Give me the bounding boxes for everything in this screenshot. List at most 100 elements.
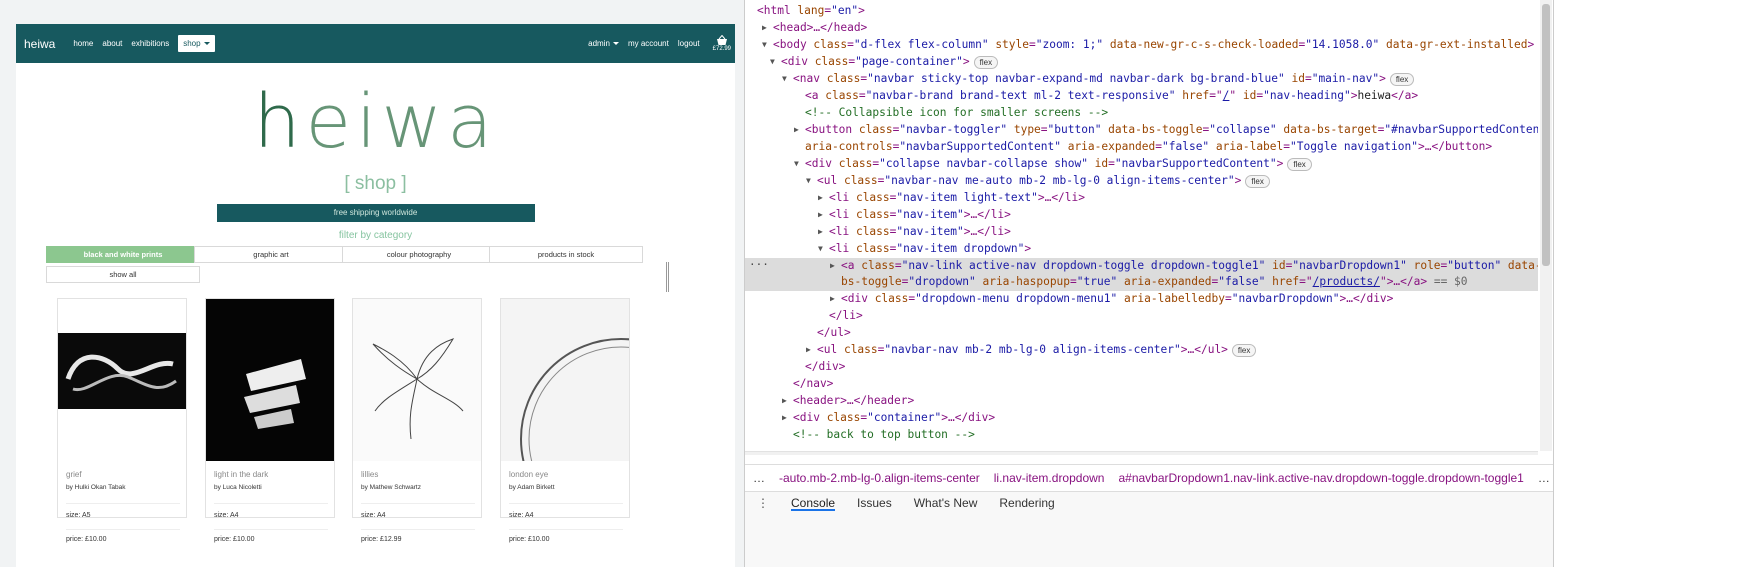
expand-triangle-icon[interactable]: ▶: [818, 206, 823, 223]
expand-triangle-icon[interactable]: ▶: [830, 290, 835, 307]
product-card[interactable]: grief by Hulki Okan Tabak size: A5 price…: [57, 298, 187, 543]
basket-button[interactable]: £72.99: [713, 35, 731, 52]
tree-horizontal-scrollbar[interactable]: [745, 451, 1538, 455]
product-card[interactable]: lillies by Mathew Schwartz size: A4 pric…: [352, 298, 482, 543]
dom-node[interactable]: ▶ <li class="nav-item light-text">…</li>: [818, 189, 1085, 206]
nav-about-link[interactable]: about: [102, 39, 122, 48]
nav-admin-dropdown[interactable]: admin: [588, 39, 619, 48]
breadcrumb-a[interactable]: a#navbarDropdown1.nav-link.active-nav.dr…: [1118, 471, 1523, 485]
expand-triangle-icon[interactable]: ▶: [782, 409, 787, 426]
collapse-triangle-icon[interactable]: ▼: [762, 36, 767, 53]
product-price: price: £10.00: [509, 529, 623, 543]
scrollbar-thumb[interactable]: [1542, 4, 1550, 266]
dom-node[interactable]: ▶ <li class="nav-item">…</li>: [818, 206, 1011, 223]
basket-total: £72.99: [712, 46, 731, 52]
dom-node[interactable]: ▶ <li class="nav-item">…</li>: [818, 223, 1011, 240]
nav-brand[interactable]: heiwa: [24, 37, 55, 51]
dom-node-selected[interactable]: ▶ <a class="nav-link active-nav dropdown-…: [830, 257, 1538, 274]
expand-triangle-icon[interactable]: ▶: [806, 341, 811, 358]
dom-node[interactable]: ▼ <ul class="navbar-nav me-auto mb-2 mb-l…: [806, 172, 1270, 189]
collapse-triangle-icon[interactable]: ▼: [770, 53, 775, 70]
product-size: size: A4: [214, 503, 328, 519]
nav-logout-link[interactable]: logout: [678, 39, 700, 48]
expand-triangle-icon[interactable]: ▶: [818, 189, 823, 206]
expand-triangle-icon[interactable]: ▶: [782, 392, 787, 409]
page-subtitle: [ shop ]: [344, 173, 407, 195]
dom-close-tag[interactable]: </nav>: [793, 375, 833, 392]
nav-my-account-link[interactable]: my account: [628, 39, 669, 48]
nav-left-links: home about exhibitions shop: [73, 35, 215, 52]
filter-colour-photography-button[interactable]: colour photography: [342, 246, 496, 264]
product-image: [501, 299, 629, 461]
flex-badge[interactable]: flex: [1287, 157, 1312, 171]
devtools-panel: ··· <html lang="en"> ▶ <head>…</head> ▼ <b…: [744, 0, 1753, 567]
basket-icon: [716, 35, 727, 45]
flex-badge[interactable]: flex: [973, 55, 999, 69]
product-title: light in the dark: [214, 470, 269, 479]
product-card[interactable]: london eye by Adam Birkett size: A4 pric…: [500, 298, 630, 543]
dom-comment[interactable]: <!-- back to top button -->: [793, 426, 975, 443]
product-card[interactable]: light in the dark by Luca Nicoletti size…: [205, 298, 335, 543]
nav-home-link[interactable]: home: [73, 39, 93, 48]
tab-issues[interactable]: Issues: [857, 496, 892, 567]
breadcrumb-ul[interactable]: -auto.mb-2.mb-lg-0.align-items-center: [779, 471, 980, 485]
node-actions-icon[interactable]: ···: [749, 258, 769, 271]
filter-graphic-art-button[interactable]: graphic art: [194, 246, 348, 264]
breadcrumb-more[interactable]: …: [753, 471, 765, 485]
dom-node[interactable]: ▶ <header>…</header>: [782, 392, 914, 409]
dom-node[interactable]: ▼ <div class="page-container"> flex: [770, 53, 999, 70]
dom-node[interactable]: ▼ <nav class="navbar sticky-top navbar-ex…: [782, 70, 1415, 87]
dom-node[interactable]: <a class="navbar-brand brand-text ml-2 t…: [805, 87, 1418, 104]
collapse-triangle-icon[interactable]: ▼: [794, 155, 799, 172]
dom-node[interactable]: ▶ <div class="dropdown-menu dropdown-menu…: [830, 290, 1393, 307]
styles-pane: [1553, 0, 1753, 567]
dom-node-continuation[interactable]: aria-controls="navbarSupportedContent" a…: [805, 138, 1492, 155]
dom-close-tag[interactable]: </ul>: [817, 324, 851, 341]
product-artist: by Adam Birkett: [509, 484, 555, 491]
shop-hero: heiwa [ shop ] free shipping worldwide f…: [16, 63, 735, 241]
dom-node[interactable]: ▶ <ul class="navbar-nav mb-2 mb-lg-0 alig…: [806, 341, 1257, 358]
expand-triangle-icon[interactable]: ▶: [794, 121, 799, 138]
filter-in-stock-button[interactable]: products in stock: [489, 246, 643, 264]
tab-console[interactable]: Console: [791, 496, 836, 511]
expand-triangle-icon[interactable]: ▶: [762, 19, 767, 36]
filter-bw-prints-button[interactable]: black and white prints: [46, 246, 200, 264]
product-image: [58, 299, 186, 461]
dom-comment[interactable]: <!-- Collapsible icon for smaller screen…: [805, 104, 1108, 121]
collapse-triangle-icon[interactable]: ▼: [806, 172, 811, 189]
flex-badge[interactable]: flex: [1389, 72, 1415, 86]
devtools-drawer: ⋮ Console Issues What's New Rendering: [745, 491, 1553, 567]
nav-exhibitions-link[interactable]: exhibitions: [131, 39, 169, 48]
drawer-menu-icon[interactable]: ⋮: [757, 496, 769, 567]
filter-show-all-button[interactable]: show all: [46, 266, 200, 284]
breadcrumb-more-end[interactable]: …: [1538, 471, 1550, 485]
expand-triangle-icon[interactable]: ▶: [830, 257, 835, 274]
dom-close-tag[interactable]: </li>: [829, 307, 863, 324]
dom-node-continuation[interactable]: bs-toggle="dropdown" aria-haspopup="true…: [841, 273, 1468, 290]
dom-node[interactable]: <html lang="en">: [757, 2, 865, 19]
tab-rendering[interactable]: Rendering: [999, 496, 1054, 567]
site-logo: heiwa: [16, 85, 735, 159]
tree-vertical-scrollbar[interactable]: [1540, 0, 1552, 451]
dom-node[interactable]: ▼ <body class="d-flex flex-column" style=…: [762, 36, 1538, 53]
nav-shop-dropdown[interactable]: shop: [178, 35, 215, 52]
flex-badge[interactable]: flex: [1245, 174, 1270, 188]
dom-close-tag[interactable]: </div>: [805, 358, 845, 375]
product-price: price: £10.00: [66, 529, 180, 543]
logo-first-letter: h: [253, 79, 306, 165]
product-artist: by Mathew Schwartz: [361, 484, 421, 491]
tab-whats-new[interactable]: What's New: [914, 496, 978, 567]
dom-node[interactable]: ▼ <div class="collapse navbar-collapse sh…: [794, 155, 1312, 172]
collapse-triangle-icon[interactable]: ▼: [782, 70, 787, 87]
dom-breadcrumbs: … -auto.mb-2.mb-lg-0.align-items-center …: [745, 464, 1553, 491]
collapse-triangle-icon[interactable]: ▼: [818, 240, 823, 257]
dom-node[interactable]: ▶ <button class="navbar-toggler" type="bu…: [794, 121, 1538, 138]
devtools-resize-handle[interactable]: [666, 262, 669, 292]
dom-node[interactable]: ▶ <div class="container">…</div>: [782, 409, 995, 426]
dom-node[interactable]: ▼ <li class="nav-item dropdown">: [818, 240, 1031, 257]
product-size: size: A5: [66, 503, 180, 519]
dom-node[interactable]: ▶ <head>…</head>: [762, 19, 867, 36]
flex-badge[interactable]: flex: [1231, 343, 1257, 357]
breadcrumb-li[interactable]: li.nav-item.dropdown: [994, 471, 1105, 485]
expand-triangle-icon[interactable]: ▶: [818, 223, 823, 240]
